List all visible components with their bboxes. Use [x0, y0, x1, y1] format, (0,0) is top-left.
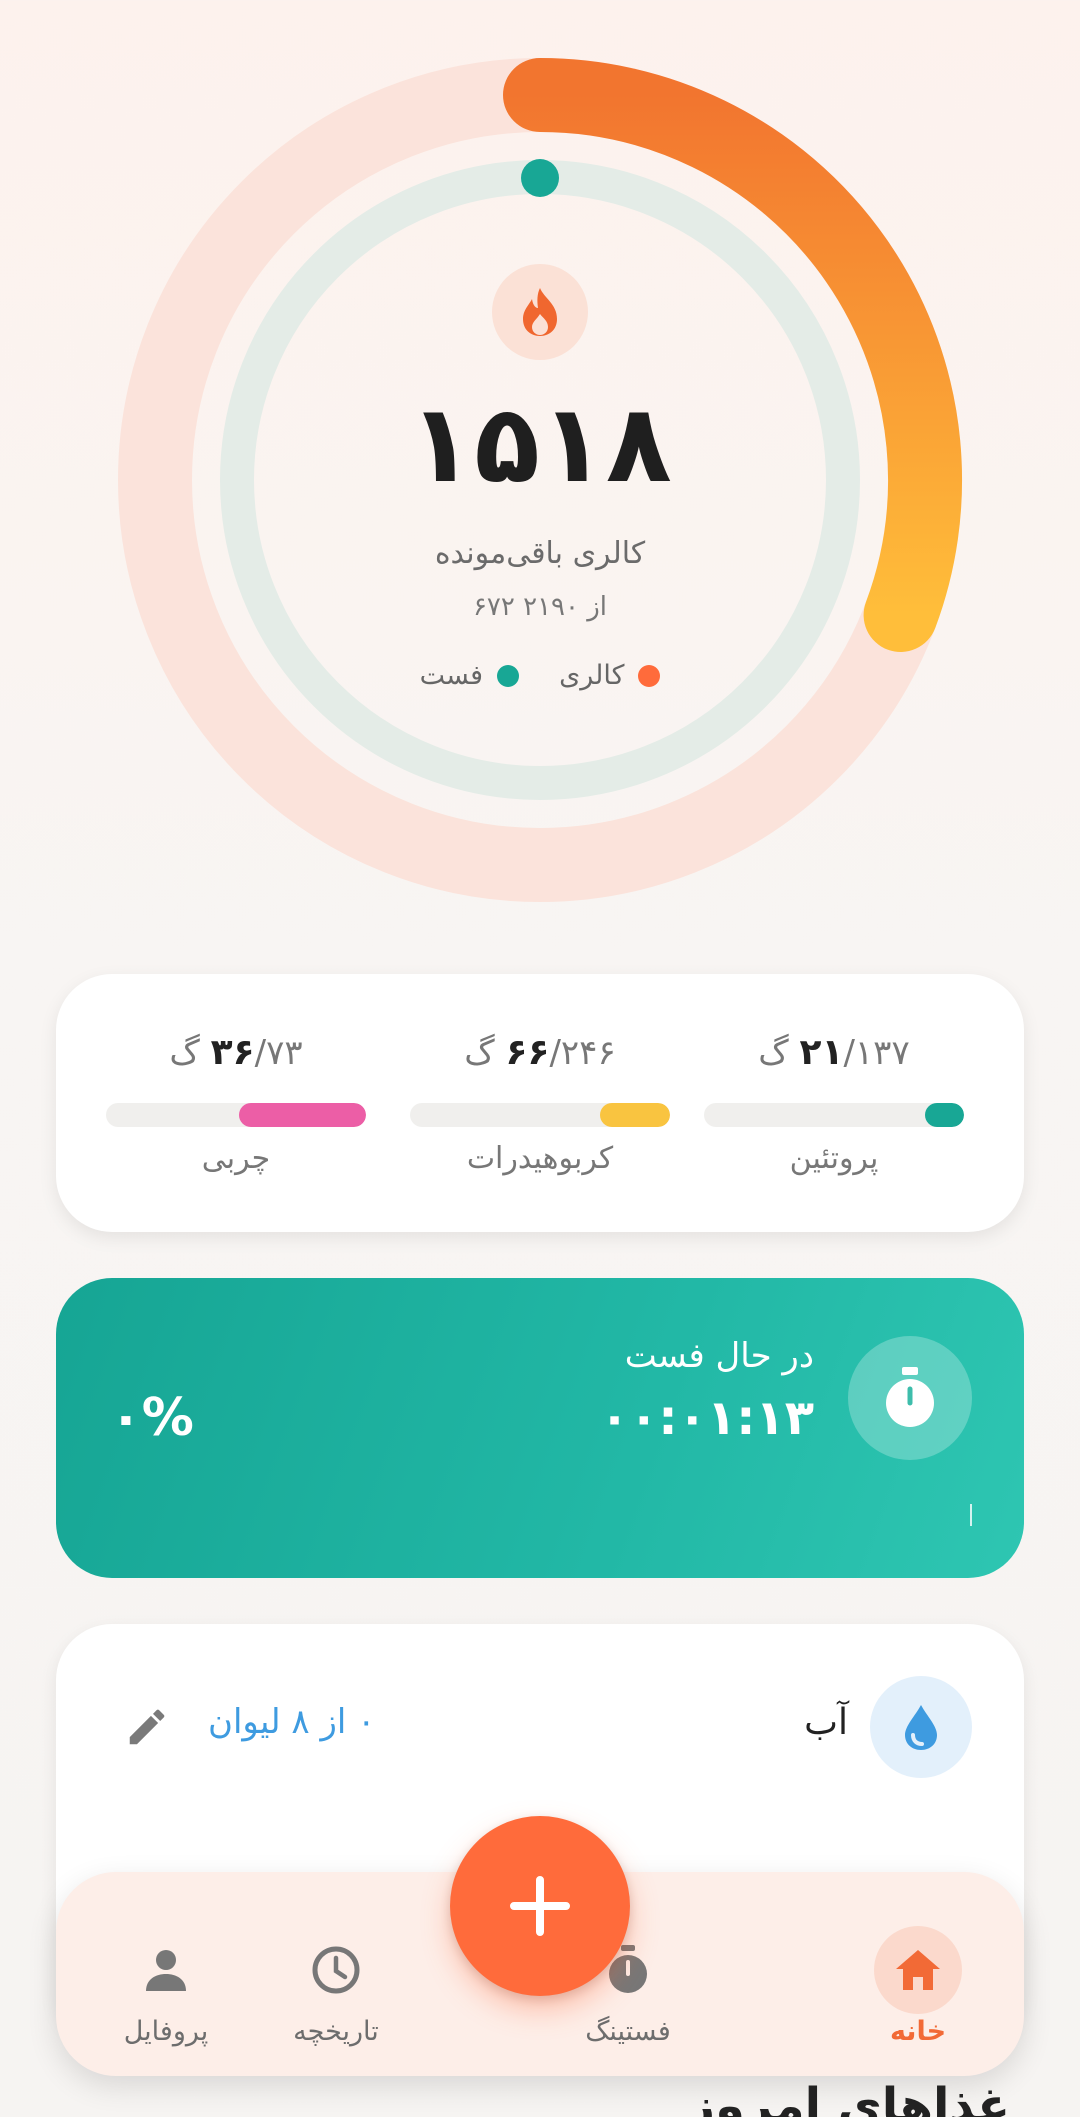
remaining-calories: ۱۵۱۸: [408, 382, 672, 507]
legend-dot-calorie: [638, 664, 661, 687]
edit-pencil-icon[interactable]: [124, 1704, 170, 1750]
macro-fat-fill: [238, 1103, 366, 1127]
clock-icon: [312, 1946, 360, 1994]
nav-label-profile: پروفایل: [123, 2016, 209, 2047]
macro-fat-label: چربی: [201, 1141, 271, 1176]
macro-protein-fill: [925, 1103, 964, 1127]
flame-icon: [523, 288, 557, 336]
water-title: آب: [804, 1702, 848, 1743]
water-count[interactable]: ۰ از ۸ لیوان: [208, 1702, 375, 1742]
macro-protein-track: [704, 1103, 964, 1127]
plus-icon: [510, 1876, 570, 1936]
legend-label-calorie: کالری: [559, 660, 625, 691]
fasting-percent: ۰%: [110, 1388, 194, 1448]
today-foods-heading: غذاهای امروز: [687, 2078, 1010, 2117]
fasting-title: در حال فست: [624, 1336, 814, 1376]
nav-item-history[interactable]: تاریخچه: [266, 1926, 406, 2047]
water-drop-icon: [905, 1705, 937, 1750]
fasting-progress-marker: [970, 1504, 972, 1526]
nav-profile-icon-wrap: [122, 1926, 210, 2014]
remaining-label: کالری باقی‌مونده: [434, 536, 646, 571]
person-icon: [146, 1950, 186, 1991]
macro-protein-value: ۲۱/۱۳۷ گ: [758, 1032, 910, 1073]
nav-item-profile[interactable]: پروفایل: [96, 1926, 236, 2047]
legend-label-fasting: فست: [419, 660, 484, 691]
legend-item-calorie: کالری: [559, 660, 661, 691]
macro-fat-track: [106, 1103, 366, 1127]
legend-dot-fasting: [497, 664, 520, 687]
add-button[interactable]: [450, 1816, 630, 1996]
fasting-card[interactable]: در حال فست ۰۰:۰۱:۱۳ ۰%: [56, 1278, 1024, 1578]
nav-label-home: خانه: [889, 2016, 947, 2047]
water-icon-badge: [870, 1676, 972, 1778]
macros-card: ۲۱/۱۳۷ گ پروتئین ۶۶/۲۴۶ گ کربوهیدرات ۳۶/…: [56, 974, 1024, 1232]
home-icon: [896, 1950, 940, 1990]
macro-fat-value: ۳۶/۷۳ گ: [169, 1032, 303, 1073]
fasting-icon-badge: [848, 1336, 972, 1460]
nav-label-history: تاریخچه: [293, 2016, 379, 2047]
legend-item-fasting: فست: [420, 660, 520, 691]
fasting-elapsed-time: ۰۰:۰۱:۱۳: [599, 1390, 814, 1446]
nav-home-icon-wrap: [874, 1926, 962, 2014]
macro-carbs-fill: [599, 1103, 670, 1127]
macro-protein: ۲۱/۱۳۷ گ پروتئین: [704, 1032, 964, 1176]
flame-icon-badge: [492, 264, 588, 360]
macro-carbs-value: ۶۶/۲۴۶ گ: [464, 1032, 616, 1073]
macro-carbs: ۶۶/۲۴۶ گ کربوهیدرات: [410, 1032, 670, 1176]
macro-carbs-track: [410, 1103, 670, 1127]
nav-history-icon-wrap: [292, 1926, 380, 2014]
fasting-progress-dot: [521, 159, 559, 197]
macro-carbs-label: کربوهیدرات: [466, 1141, 614, 1176]
consumed-of-goal: ۶۷۲ از ۲۱۹۰: [472, 592, 608, 622]
macro-protein-label: پروتئین: [789, 1141, 879, 1176]
stopwatch-icon: [886, 1367, 934, 1427]
nav-item-home[interactable]: خانه: [848, 1926, 988, 2047]
macro-fat: ۳۶/۷۳ گ چربی: [106, 1032, 366, 1176]
nav-label-fasting: فستینگ: [585, 2016, 671, 2047]
ring-legend: کالری فست: [240, 660, 840, 691]
